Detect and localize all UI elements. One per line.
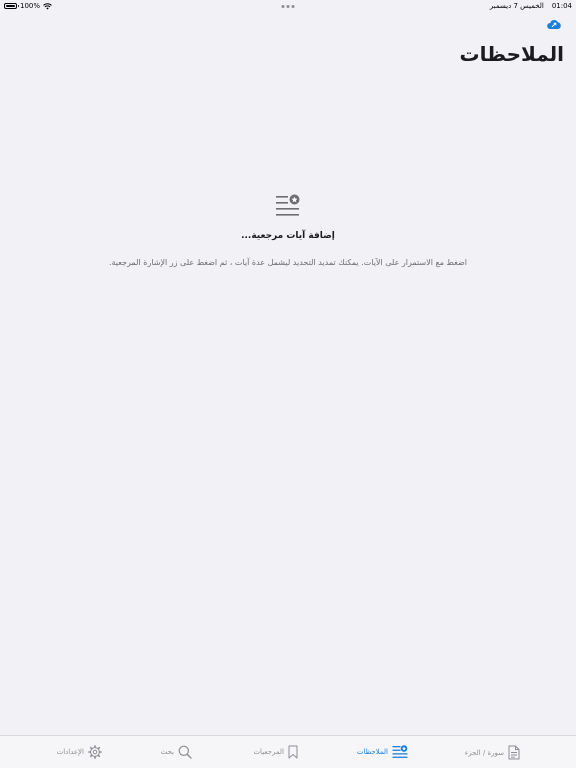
cloud-sync-icon[interactable] <box>546 18 562 32</box>
notes-icon <box>392 745 408 758</box>
notes-star-icon <box>276 194 300 216</box>
document-icon <box>508 745 520 760</box>
search-icon <box>178 745 192 759</box>
status-date: الخميس 7 ديسمبر <box>489 2 544 10</box>
status-time: 01:04 <box>551 2 572 10</box>
status-right: الخميس 7 ديسمبر 01:04 <box>490 0 572 12</box>
wifi-icon <box>43 2 52 9</box>
tab-bookmarks[interactable]: المرجعيات <box>253 745 298 759</box>
page-title: الملاحظات <box>459 42 564 66</box>
battery-icon <box>4 3 19 9</box>
tab-surah-juz[interactable]: سورة / الجزء <box>465 745 520 760</box>
gear-icon <box>88 745 102 759</box>
tab-label: سورة / الجزء <box>464 748 504 757</box>
tab-label: الملاحظات <box>356 747 388 756</box>
empty-state-title: إضافة آيات مرجعية... <box>241 231 335 241</box>
tab-search[interactable]: بحث <box>161 745 192 759</box>
bookmark-icon <box>288 745 298 759</box>
tab-settings[interactable]: الإعدادات <box>57 745 102 759</box>
tab-bar: سورة / الجزء الملاحظات المرجعيات بحث الإ… <box>0 735 576 768</box>
empty-state-description: اضغط مع الاستمرار على الآيات. يمكنك تمدي… <box>108 258 468 267</box>
multitasking-dots[interactable] <box>281 0 295 12</box>
tab-label: المرجعيات <box>253 748 284 756</box>
tab-label: بحث <box>160 748 174 756</box>
tab-notes[interactable]: الملاحظات <box>357 745 408 758</box>
tab-label: الإعدادات <box>56 748 84 756</box>
empty-state: إضافة آيات مرجعية... اضغط مع الاستمرار ع… <box>0 193 576 267</box>
status-left: 100% <box>4 0 52 12</box>
battery-percent: 100% <box>20 2 41 10</box>
status-bar: 100% الخميس 7 ديسمبر 01:04 <box>0 0 576 12</box>
